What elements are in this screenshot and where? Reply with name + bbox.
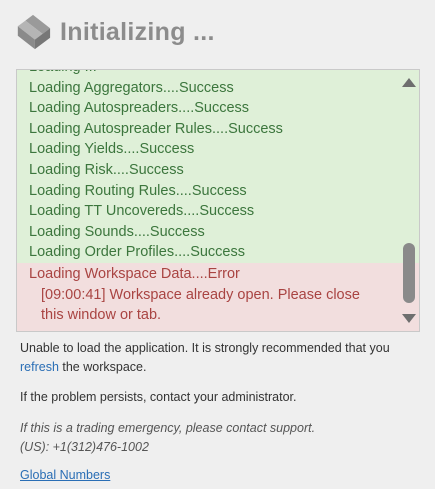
emergency-message: If this is a trading emergency, please c…	[20, 419, 420, 457]
log-line: Loading Yields....Success	[29, 141, 195, 158]
refresh-link[interactable]: refresh	[20, 360, 59, 374]
scroll-down-icon[interactable]	[402, 314, 416, 323]
unable-text: Unable to load the application. It is st…	[20, 341, 390, 355]
scroll-up-icon[interactable]	[402, 78, 416, 87]
support-phone: (US): +1(312)476-1002	[20, 440, 149, 454]
unable-suffix: the workspace.	[58, 360, 147, 374]
error-detail: [09:00:41] Workspace already open. Pleas…	[41, 286, 360, 323]
log-line: Loading ...	[29, 70, 419, 78]
log-line: Loading Autospreaders....Success	[29, 100, 250, 117]
scroll-thumb[interactable]	[403, 243, 415, 303]
error-line: Loading Workspace Data....Error	[29, 265, 240, 282]
unable-message: Unable to load the application. It is st…	[20, 339, 420, 377]
log-line: Loading Risk....Success	[29, 161, 184, 178]
page-title: Initializing ...	[60, 17, 215, 46]
tt-logo-icon	[17, 14, 51, 50]
log-panel[interactable]: Loading ... Loading Aggregators....Succe…	[16, 69, 420, 332]
log-line: Loading Autospreader Rules....Success	[29, 120, 283, 137]
log-line: Loading Routing Rules....Success	[29, 182, 247, 199]
error-block: Loading Workspace Data....Error [09:00:4…	[17, 262, 419, 331]
log-line: Loading TT Uncovereds....Success	[29, 203, 255, 220]
global-numbers-link[interactable]: Global Numbers	[20, 468, 110, 482]
log-line: Loading Sounds....Success	[29, 223, 205, 240]
log-scrollbar[interactable]	[397, 70, 419, 331]
emergency-text: If this is a trading emergency, please c…	[20, 421, 316, 435]
log-lines: Loading ... Loading Aggregators....Succe…	[17, 70, 419, 331]
header: Initializing ...	[14, 10, 215, 54]
success-block: Loading ... Loading Aggregators....Succe…	[17, 70, 419, 263]
log-line: Loading Order Profiles....Success	[29, 244, 245, 261]
log-line: Loading Aggregators....Success	[29, 79, 234, 96]
persists-message: If the problem persists, contact your ad…	[20, 390, 297, 404]
